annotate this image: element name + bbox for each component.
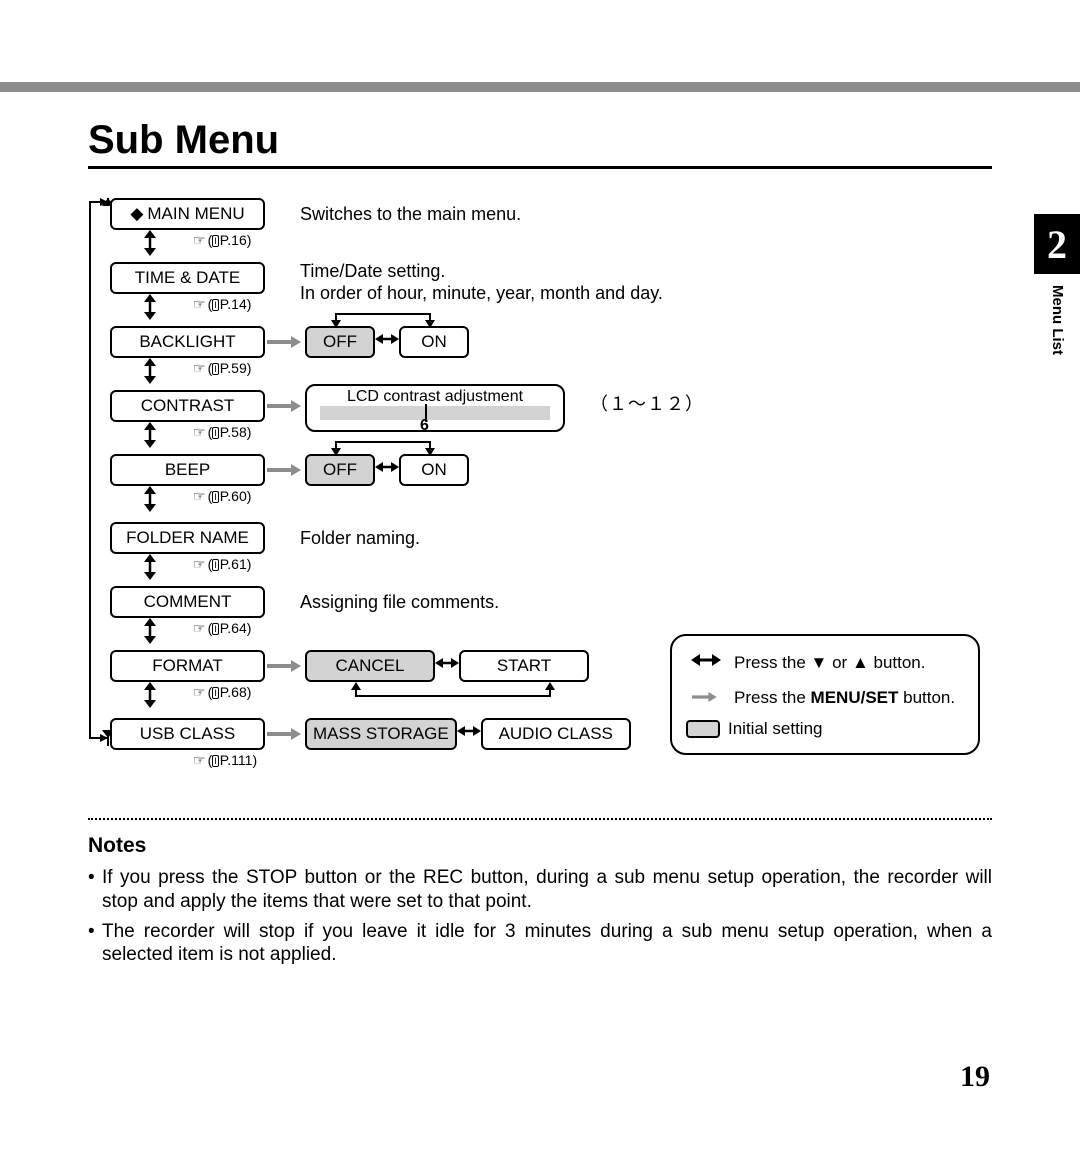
- note-item: •If you press the STOP button or the REC…: [88, 866, 992, 914]
- menu-desc: Folder naming.: [300, 528, 420, 550]
- menu-item-label: FOLDER NAME: [126, 528, 249, 548]
- note-item: •The recorder will stop if you leave it …: [88, 920, 992, 968]
- menu-item-backlight: BACKLIGHT: [110, 326, 265, 358]
- chapter-tab: 2: [1034, 214, 1080, 274]
- page-ref: (IP.58): [193, 424, 273, 441]
- option-on: ON: [399, 326, 469, 358]
- option-row-beep: OFF ON: [305, 454, 469, 486]
- go-arrow-icon: [267, 650, 301, 682]
- updown-arrow-icon: [140, 230, 160, 256]
- leftright-arrow-icon: [375, 329, 399, 355]
- menu-item-label: COMMENT: [144, 592, 232, 612]
- leftright-arrow-icon: [375, 457, 399, 483]
- menu-item-label: FORMAT: [152, 656, 223, 676]
- menu-desc: Assigning file comments.: [300, 592, 499, 614]
- go-arrow-icon: [267, 390, 301, 422]
- option-loop: [330, 308, 440, 328]
- legend-initial: Initial setting: [686, 719, 964, 739]
- updown-arrow-icon: [140, 554, 160, 580]
- option-loop: [330, 436, 440, 456]
- page-ref: (IP.16): [193, 232, 273, 249]
- page-ref: (IP.61): [193, 556, 273, 573]
- menu-item-time-date: TIME & DATE: [110, 262, 265, 294]
- menu-item-label: MAIN MENU: [147, 204, 244, 224]
- menu-item-comment: COMMENT: [110, 586, 265, 618]
- go-arrow-icon: [267, 326, 301, 358]
- page-ref: (IP.64): [193, 620, 273, 637]
- page-number: 19: [960, 1060, 990, 1094]
- updown-arrow-icon: [140, 422, 160, 448]
- updown-arrow-icon: [140, 682, 160, 708]
- updown-arrow-icon: [140, 358, 160, 384]
- leftright-arrow-icon: [435, 653, 459, 679]
- updown-arrow-icon: [140, 618, 160, 644]
- menu-desc: Time/Date setting.In order of hour, minu…: [300, 261, 663, 304]
- menu-item-label: TIME & DATE: [135, 268, 240, 288]
- menu-item-format: FORMAT: [110, 650, 265, 682]
- page-ref: (IP.68): [193, 684, 273, 701]
- page-ref: (IP.60): [193, 488, 273, 505]
- legend-menuset: Press the MENU/SET button.: [686, 686, 964, 709]
- option-start: START: [459, 650, 589, 682]
- contrast-range: （１～１２）: [590, 394, 704, 416]
- notes-list: •If you press the STOP button or the REC…: [88, 866, 992, 973]
- notes-heading: Notes: [88, 834, 146, 858]
- option-on: ON: [399, 454, 469, 486]
- option-off: OFF: [305, 454, 375, 486]
- option-row-backlight: OFF ON: [305, 326, 469, 358]
- option-off: OFF: [305, 326, 375, 358]
- dotted-divider: [88, 818, 992, 820]
- contrast-slider: [320, 406, 550, 420]
- option-mass-storage: MASS STORAGE: [305, 718, 457, 750]
- menu-item-contrast: CONTRAST: [110, 390, 265, 422]
- option-row-usb-class: MASS STORAGE AUDIO CLASS: [305, 718, 631, 750]
- option-row-format: CANCEL START: [305, 650, 589, 682]
- menu-item-label: USB CLASS: [140, 724, 235, 744]
- chapter-side-label: Menu List: [1049, 285, 1066, 355]
- go-arrow-icon: [686, 686, 726, 709]
- legend-text: Initial setting: [728, 719, 823, 739]
- menu-desc: Switches to the main menu.: [300, 204, 521, 226]
- legend-text: Press the MENU/SET button.: [734, 688, 955, 708]
- option-audio-class: AUDIO CLASS: [481, 718, 631, 750]
- menu-item-folder-name: FOLDER NAME: [110, 522, 265, 554]
- option-cancel: CANCEL: [305, 650, 435, 682]
- legend-text: Press the ▼ or ▲ button.: [734, 653, 925, 673]
- menu-item-label: CONTRAST: [141, 396, 235, 416]
- page-ref: (IP.59): [193, 360, 273, 377]
- go-arrow-icon: [267, 718, 301, 750]
- top-rule: [0, 82, 1080, 92]
- go-arrow-icon: [267, 454, 301, 486]
- legend-updown: Press the ▼ or ▲ button.: [686, 650, 964, 676]
- page-ref: (IP.14): [193, 296, 273, 313]
- menu-item-label: BEEP: [165, 460, 210, 480]
- page-ref: (IP.111): [193, 752, 273, 769]
- menu-item-beep: BEEP: [110, 454, 265, 486]
- menu-item-usb-class: USB CLASS: [110, 718, 265, 750]
- contrast-box: LCD contrast adjustment: [305, 384, 565, 432]
- updown-arrow-icon: [140, 486, 160, 512]
- option-loop-bottom: [350, 682, 570, 704]
- leftright-arrow-icon: [686, 650, 726, 676]
- updown-arrow-icon: [140, 294, 160, 320]
- title-rule: [88, 166, 992, 169]
- menu-item-label: BACKLIGHT: [139, 332, 235, 352]
- diamond-icon: ◆: [130, 204, 143, 224]
- leftright-arrow-icon: [457, 721, 481, 747]
- legend-box: Press the ▼ or ▲ button. Press the MENU/…: [670, 634, 980, 755]
- page-title: Sub Menu: [88, 118, 279, 163]
- contrast-value: 6: [420, 416, 429, 435]
- contrast-desc: LCD contrast adjustment: [347, 388, 523, 406]
- menu-item-main-menu: ◆MAIN MENU: [110, 198, 265, 230]
- initial-swatch-icon: [686, 720, 720, 738]
